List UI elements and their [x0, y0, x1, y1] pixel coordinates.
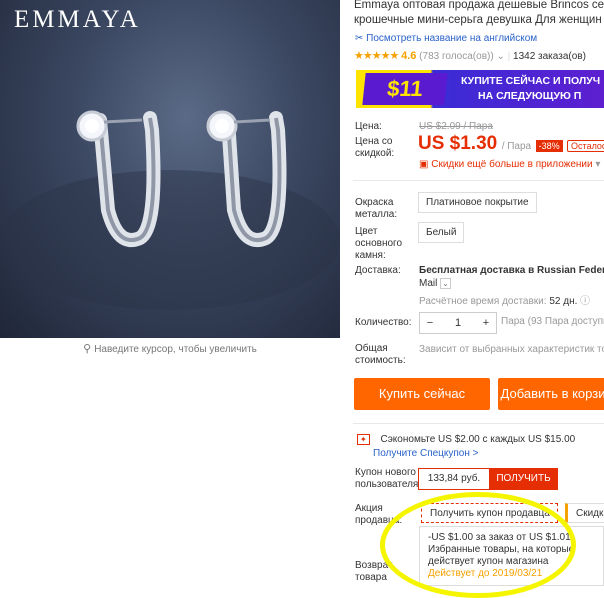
chevron-down-icon[interactable]: ⌄ — [440, 278, 451, 289]
save-row: ✦ Сэкономьте US $2.00 с каждых US $15.00 — [357, 434, 575, 445]
color-option[interactable]: Платиновое покрытие — [418, 192, 537, 213]
banner-line-2: НА СЛЕДУЮЩУЮ П — [478, 90, 582, 102]
earrings-illustration — [0, 110, 340, 310]
quantity-input[interactable]: 1 — [448, 317, 468, 329]
votes-link[interactable]: (783 голоса(ов)) — [419, 51, 494, 62]
dropdown-line-3: действует купон магазина — [428, 556, 549, 567]
orders-count: 1342 заказа(ов) — [513, 51, 586, 62]
phone-icon: ▣ — [419, 159, 429, 170]
new-user-coupon-value: 133,84 руб. — [418, 468, 490, 490]
promo-banner[interactable]: $11 КУПИТЕ СЕЙЧАС И ПОЛУЧ НА СЛЕДУЮЩУЮ П — [356, 70, 604, 108]
discount-badge: -38% — [535, 140, 563, 152]
coupon-icon: ✦ — [357, 434, 370, 445]
app-promo[interactable]: ▣ Скидки ещё больше в приложении ▾ — [419, 159, 600, 170]
stone-option[interactable]: Белый — [418, 222, 465, 243]
separator: | — [507, 51, 511, 62]
seller-coupon-select-label: Получить купон продавца — [430, 508, 550, 519]
title-line-2: крошечные мини-серьга девушка Для женщин — [354, 14, 602, 26]
shipping-text: Бесплатная доставка в Russian Federatio — [419, 265, 604, 276]
translate-icon: ✂ — [355, 33, 364, 44]
price-label: Цена: — [355, 121, 382, 132]
price-row: US $1.30 / Пара -38% Осталось — [418, 133, 604, 155]
dropdown-line-2: Избранные товары, на которые — [428, 544, 575, 555]
save-text: Сэкономьте US $2.00 с каждых US $15.00 — [380, 434, 576, 445]
zoom-hint: ⚲ Наведите курсор, чтобы увеличить — [0, 342, 340, 355]
title-line-1: Emmaya оптовая продажа дешевые Brincos с… — [354, 0, 604, 11]
old-price: US $2.09 / Пара — [419, 121, 493, 132]
app-promo-text[interactable]: Скидки ещё больше в приложении — [431, 159, 592, 170]
discount-price-label: Цена со скидкой: — [355, 136, 395, 159]
divider — [353, 423, 604, 424]
eta-label: Расчётное время доставки: — [419, 296, 547, 307]
seller-coupon-dropdown[interactable]: -US $1.00 за заказ от US $1.01 Избранные… — [419, 526, 604, 586]
rating-row: ★★★★★ 4.6 (783 голоса(ов)) ⌄ | 1342 зака… — [354, 49, 586, 62]
seller-coupon-select[interactable]: Получить купон продавца ▼ — [421, 503, 558, 538]
quantity-increase-button[interactable]: + — [476, 317, 496, 329]
quantity-label: Количество: — [355, 317, 412, 328]
product-title: Emmaya оптовая продажа дешевые Brincos с… — [354, 0, 604, 28]
shipping-label: Доставка: — [355, 265, 401, 276]
eta-row: Расчётное время доставки: 52 дн. ⓘ — [419, 292, 590, 307]
return-label: Возврат товара — [355, 560, 393, 583]
price-unit: / Пара — [501, 141, 532, 152]
stone-label: Цвет основного камня: — [355, 226, 403, 261]
buy-now-button[interactable]: Купить сейчас — [354, 378, 490, 410]
translate-link[interactable]: ✂ Посмотреть название на английском — [355, 33, 537, 44]
banner-line-1: КУПИТЕ СЕЙЧАС И ПОЛУЧ — [461, 75, 601, 87]
quantity-note: Пара (93 Пара доступно — [501, 316, 604, 327]
info-icon[interactable]: ⓘ — [580, 296, 590, 307]
product-image[interactable]: EMMAYA — [0, 0, 340, 338]
carrier-row[interactable]: Mail ⌄ — [419, 278, 451, 289]
stock-badge: Осталось — [567, 140, 604, 152]
total-note: Зависит от выбранных характеристик това — [419, 344, 604, 355]
discount-select[interactable]: Скидка — [565, 503, 604, 523]
quantity-decrease-button[interactable]: − — [420, 317, 440, 329]
zoom-hint-text: Наведите курсор, чтобы увеличить — [94, 344, 257, 355]
eta-value: 52 дн. — [549, 296, 578, 307]
caret-down-icon[interactable]: ▾ — [595, 159, 600, 170]
add-to-cart-button[interactable]: Добавить в корзи — [498, 378, 604, 410]
quantity-stepper[interactable]: − 1 + — [419, 312, 497, 334]
dropdown-valid-date: Действует до 2019/03/21 — [428, 568, 543, 579]
translate-link-text[interactable]: Посмотреть название на английском — [366, 33, 537, 44]
total-label: Общая стоимость: — [355, 343, 406, 366]
divider — [353, 180, 604, 181]
seller-promo-label: Акция продавца: — [355, 503, 403, 526]
dropdown-line-1: -US $1.00 за заказ от US $1.01 — [428, 532, 571, 543]
chevron-down-icon[interactable]: ⌄ — [496, 51, 504, 62]
star-rating-icon: ★★★★★ — [354, 50, 399, 62]
carrier-name: Mail — [419, 278, 438, 289]
banner-amount: $11 — [362, 73, 448, 105]
special-coupon-link[interactable]: Получите Спецкупон > — [373, 448, 479, 459]
get-coupon-button[interactable]: ПОЛУЧИТЬ — [489, 468, 558, 490]
search-icon: ⚲ — [83, 343, 92, 355]
current-price: US $1.30 — [418, 133, 498, 154]
rating-value: 4.6 — [401, 50, 417, 62]
color-label: Окраска металла: — [355, 197, 398, 220]
new-user-coupon-label: Купон нового пользователя — [355, 467, 419, 490]
